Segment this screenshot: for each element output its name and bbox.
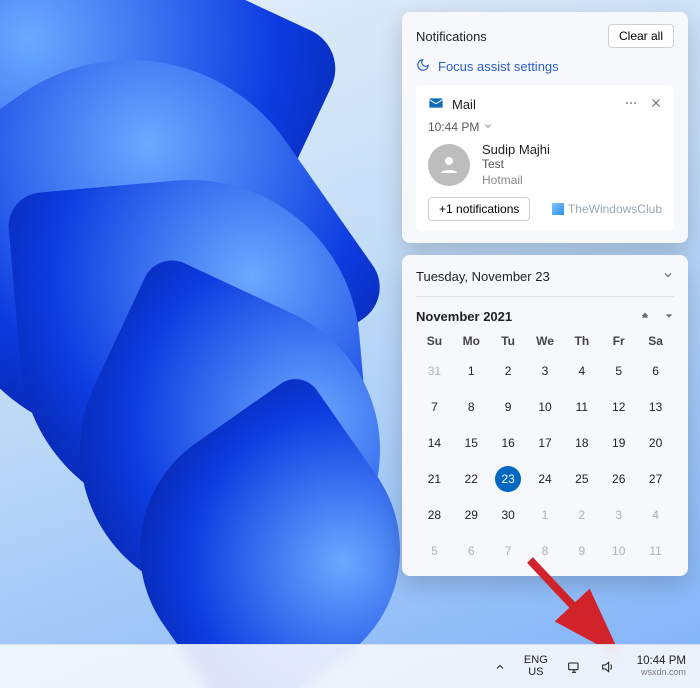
- calendar-day[interactable]: 25: [563, 466, 600, 492]
- taskbar-clock[interactable]: 10:44 PM wsxdn.com: [628, 645, 694, 688]
- clear-all-button[interactable]: Clear all: [608, 24, 674, 48]
- calendar-day[interactable]: 5: [416, 538, 453, 564]
- mail-notification-card[interactable]: Mail 10:44 PM: [416, 85, 674, 231]
- calendar-day[interactable]: 2: [490, 358, 527, 384]
- calendar-day[interactable]: 6: [637, 358, 674, 384]
- calendar-day[interactable]: 8: [453, 394, 490, 420]
- calendar-day[interactable]: 6: [453, 538, 490, 564]
- current-date-label: Tuesday, November 23: [416, 269, 550, 284]
- calendar-day[interactable]: 14: [416, 430, 453, 456]
- calendar-day[interactable]: 21: [416, 466, 453, 492]
- calendar-date-row[interactable]: Tuesday, November 23: [416, 267, 674, 297]
- network-icon[interactable]: [560, 645, 588, 688]
- calendar-day[interactable]: 18: [563, 430, 600, 456]
- mail-app-name: Mail: [452, 97, 476, 112]
- taskbar: ENG US 10:44 PM wsxdn.com: [0, 644, 700, 688]
- notifications-title: Notifications: [416, 29, 487, 44]
- day-of-week-header: Tu: [490, 334, 527, 348]
- calendar-day[interactable]: 26: [600, 466, 637, 492]
- notification-time: 10:44 PM: [428, 120, 479, 134]
- calendar-panel: Tuesday, November 23 November 2021 SuMoT…: [402, 255, 688, 576]
- calendar-day[interactable]: 7: [416, 394, 453, 420]
- watermark-icon: [552, 203, 564, 215]
- calendar-day[interactable]: 31: [416, 358, 453, 384]
- more-notifications-button[interactable]: +1 notifications: [428, 197, 530, 221]
- calendar-day[interactable]: 4: [637, 502, 674, 528]
- calendar-day[interactable]: 16: [490, 430, 527, 456]
- month-year-label[interactable]: November 2021: [416, 309, 512, 324]
- day-of-week-header: Su: [416, 334, 453, 348]
- calendar-day[interactable]: 30: [490, 502, 527, 528]
- day-of-week-header: Fr: [600, 334, 637, 348]
- day-of-week-header: Mo: [453, 334, 490, 348]
- calendar-day-today[interactable]: 23: [495, 466, 521, 492]
- day-of-week-header: We: [527, 334, 564, 348]
- focus-assist-label: Focus assist settings: [438, 59, 559, 74]
- calendar-day[interactable]: 1: [453, 358, 490, 384]
- calendar-grid: SuMoTuWeThFrSa31123456789101112131415161…: [416, 334, 674, 564]
- calendar-day[interactable]: 12: [600, 394, 637, 420]
- calendar-day[interactable]: 10: [527, 394, 564, 420]
- sender-avatar: [428, 144, 470, 186]
- calendar-day[interactable]: 29: [453, 502, 490, 528]
- calendar-day[interactable]: 4: [563, 358, 600, 384]
- calendar-day[interactable]: 8: [527, 538, 564, 564]
- calendar-day[interactable]: 11: [563, 394, 600, 420]
- calendar-day[interactable]: 3: [527, 358, 564, 384]
- calendar-day[interactable]: 1: [527, 502, 564, 528]
- prev-month-icon[interactable]: [640, 309, 650, 324]
- notifications-panel: Notifications Clear all Focus assist set…: [402, 12, 688, 243]
- mail-subject: Test: [482, 157, 550, 171]
- next-month-icon[interactable]: [664, 309, 674, 324]
- volume-icon[interactable]: [594, 645, 622, 688]
- calendar-day[interactable]: 5: [600, 358, 637, 384]
- close-notification-icon[interactable]: [650, 97, 662, 112]
- collapse-calendar-icon[interactable]: [662, 269, 674, 284]
- sender-name: Sudip Majhi: [482, 142, 550, 157]
- mail-app-icon: [428, 95, 444, 114]
- day-of-week-header: Th: [563, 334, 600, 348]
- tray-chevron-up-icon[interactable]: [488, 645, 512, 688]
- calendar-day[interactable]: 15: [453, 430, 490, 456]
- calendar-day[interactable]: 10: [600, 538, 637, 564]
- calendar-day[interactable]: 2: [563, 502, 600, 528]
- calendar-day[interactable]: 11: [637, 538, 674, 564]
- calendar-day[interactable]: 20: [637, 430, 674, 456]
- watermark: TheWindowsClub: [552, 202, 662, 216]
- calendar-day[interactable]: 13: [637, 394, 674, 420]
- calendar-day[interactable]: 28: [416, 502, 453, 528]
- calendar-day[interactable]: 22: [453, 466, 490, 492]
- calendar-day[interactable]: 17: [527, 430, 564, 456]
- calendar-day[interactable]: 3: [600, 502, 637, 528]
- language-indicator[interactable]: ENG US: [518, 645, 554, 688]
- moon-icon: [416, 58, 430, 75]
- calendar-day[interactable]: 9: [490, 394, 527, 420]
- focus-assist-settings-link[interactable]: Focus assist settings: [416, 58, 674, 75]
- calendar-day[interactable]: 24: [527, 466, 564, 492]
- calendar-day[interactable]: 27: [637, 466, 674, 492]
- calendar-day[interactable]: 9: [563, 538, 600, 564]
- more-options-icon[interactable]: [624, 96, 638, 113]
- calendar-day[interactable]: 19: [600, 430, 637, 456]
- mail-account: Hotmail: [482, 173, 550, 187]
- day-of-week-header: Sa: [637, 334, 674, 348]
- chevron-down-icon[interactable]: [483, 120, 493, 134]
- calendar-day[interactable]: 7: [490, 538, 527, 564]
